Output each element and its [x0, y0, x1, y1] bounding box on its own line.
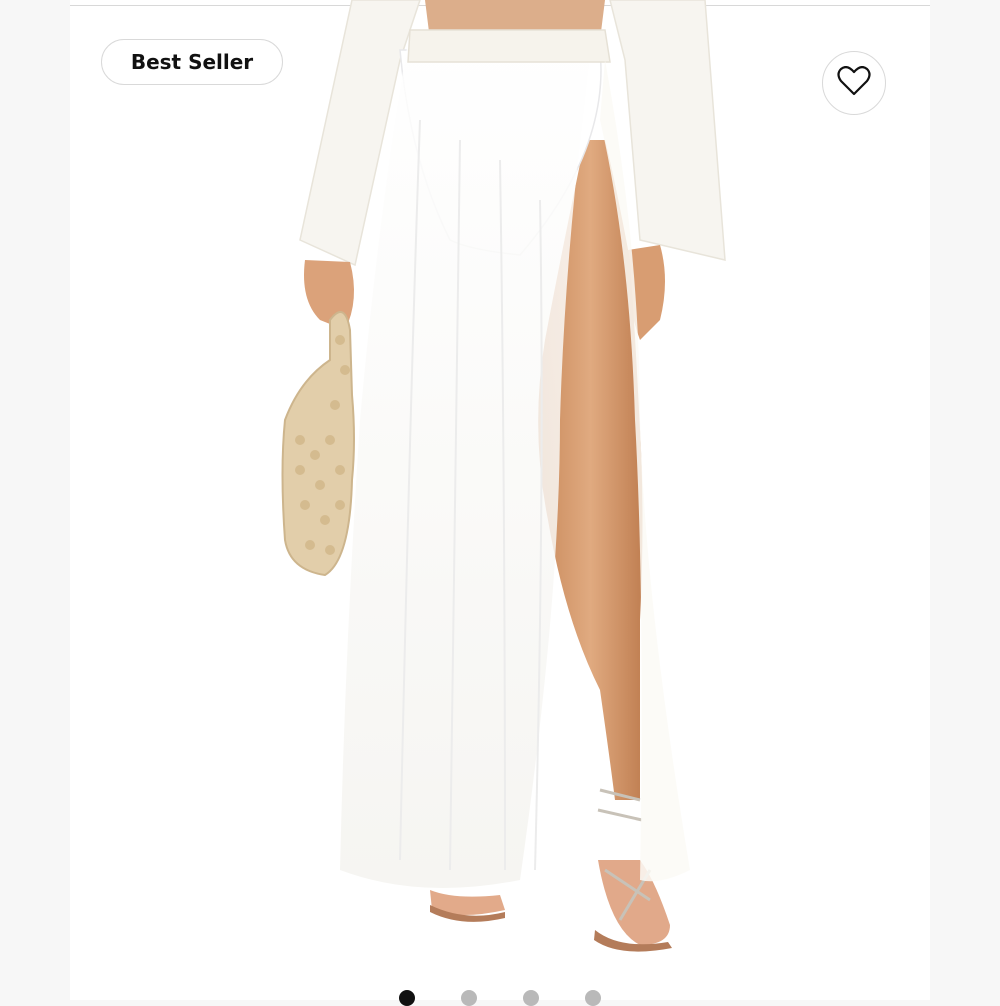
- best-seller-label: Best Seller: [130, 50, 254, 74]
- product-image[interactable]: [70, 0, 930, 975]
- carousel-dot-2[interactable]: [461, 990, 477, 1006]
- best-seller-badge: Best Seller: [101, 39, 283, 85]
- carousel-dot-3[interactable]: [523, 990, 539, 1006]
- favorite-button[interactable]: [822, 51, 886, 115]
- carousel-dot-1[interactable]: [399, 990, 415, 1006]
- carousel-indicators: [0, 990, 1000, 1006]
- carousel-dot-4[interactable]: [585, 990, 601, 1006]
- heart-icon: [837, 65, 871, 101]
